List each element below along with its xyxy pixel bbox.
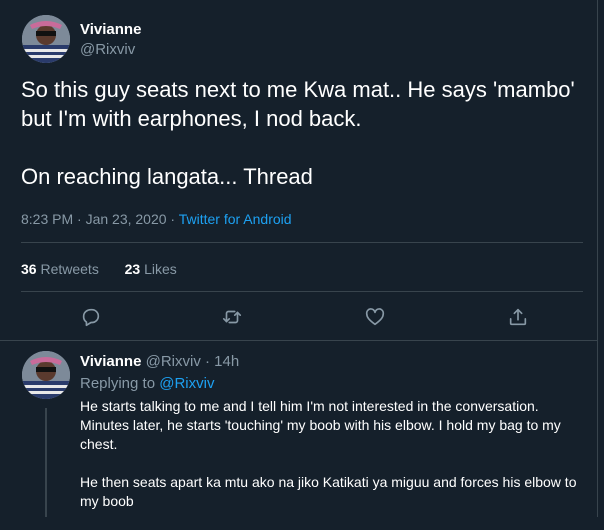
reply-icon[interactable]	[80, 306, 104, 330]
likes-stat[interactable]: 23 Likes	[125, 261, 177, 277]
share-icon[interactable]	[507, 306, 531, 330]
divider	[21, 291, 583, 292]
reply-avatar[interactable]	[22, 351, 70, 399]
avatar[interactable]	[22, 15, 70, 63]
author-handle[interactable]: @Rixviv	[80, 41, 135, 58]
tweet-paragraph: On reaching langata... Thread	[21, 164, 313, 189]
heart-icon[interactable]	[364, 306, 388, 330]
tweet-detail: Vivianne @Rixviv So this guy seats next …	[0, 0, 598, 517]
reply-text: He starts talking to me and I tell him I…	[80, 397, 580, 530]
section-divider	[0, 340, 597, 341]
replying-to: Replying to @Rixviv	[80, 375, 214, 392]
likes-label: Likes	[140, 261, 177, 277]
tweet-text: So this guy seats next to me Kwa mat.. H…	[21, 75, 591, 191]
replying-prefix: Replying to	[80, 375, 160, 392]
divider	[21, 242, 583, 243]
retweet-icon[interactable]	[221, 306, 245, 330]
reply-paragraph: He starts talking to me and I tell him I…	[80, 398, 561, 452]
retweets-label: Retweets	[36, 261, 99, 277]
tweet-timestamp[interactable]: 8:23 PM · Jan 23, 2020 ·	[21, 211, 179, 227]
reply-header: Vivianne @Rixviv · 14h	[80, 353, 239, 370]
tweet-meta: 8:23 PM · Jan 23, 2020 · Twitter for And…	[21, 211, 292, 227]
action-bar	[0, 306, 597, 332]
retweets-stat[interactable]: 36 Retweets	[21, 261, 99, 277]
tweet-source-link[interactable]: Twitter for Android	[179, 211, 292, 227]
tweet-stats: 36 Retweets 23 Likes	[21, 261, 177, 277]
tweet-paragraph: So this guy seats next to me Kwa mat.. H…	[21, 77, 575, 131]
replying-to-link[interactable]: @Rixviv	[159, 375, 214, 392]
reply-handle-time[interactable]: @Rixviv · 14h	[146, 353, 240, 370]
reply-paragraph: He then seats apart ka mtu ako na jiko K…	[80, 474, 577, 509]
reply-author-name[interactable]: Vivianne	[80, 353, 141, 370]
thread-line	[45, 408, 47, 517]
author-name[interactable]: Vivianne	[80, 21, 141, 38]
likes-count: 23	[124, 261, 141, 277]
retweets-count: 36	[21, 261, 37, 277]
